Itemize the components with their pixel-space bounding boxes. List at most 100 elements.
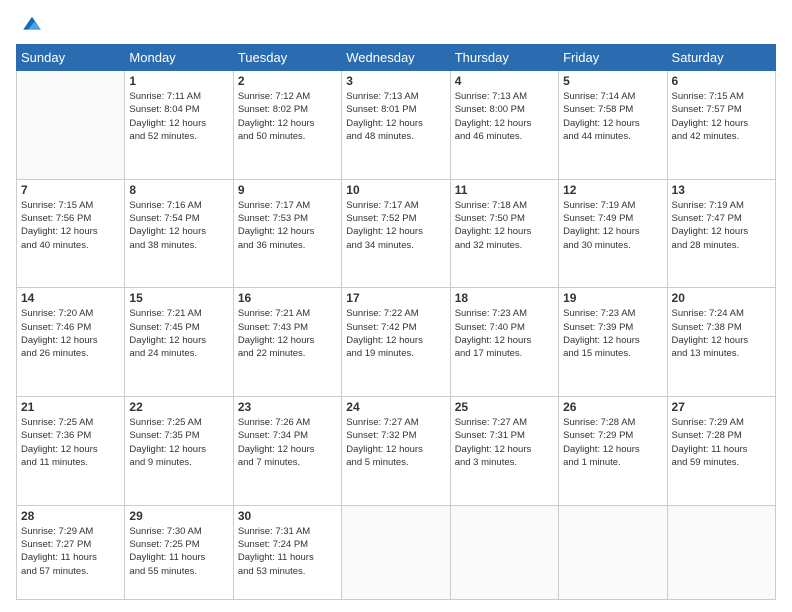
page: SundayMondayTuesdayWednesdayThursdayFrid… — [0, 0, 792, 612]
calendar-cell: 14 Sunrise: 7:20 AM Sunset: 7:46 PM Dayli… — [17, 288, 125, 397]
calendar-cell — [559, 505, 667, 599]
calendar-cell: 15 Sunrise: 7:21 AM Sunset: 7:45 PM Dayli… — [125, 288, 233, 397]
day-info: Sunrise: 7:21 AM Sunset: 7:43 PM Dayligh… — [238, 307, 337, 360]
calendar-cell: 1 Sunrise: 7:11 AM Sunset: 8:04 PM Daylig… — [125, 71, 233, 180]
day-info: Sunrise: 7:25 AM Sunset: 7:36 PM Dayligh… — [21, 416, 120, 469]
day-info: Sunrise: 7:15 AM Sunset: 7:57 PM Dayligh… — [672, 90, 771, 143]
calendar-cell: 23 Sunrise: 7:26 AM Sunset: 7:34 PM Dayli… — [233, 397, 341, 506]
day-info: Sunrise: 7:13 AM Sunset: 8:01 PM Dayligh… — [346, 90, 445, 143]
day-number: 7 — [21, 183, 120, 197]
calendar-cell: 3 Sunrise: 7:13 AM Sunset: 8:01 PM Daylig… — [342, 71, 450, 180]
calendar-cell: 30 Sunrise: 7:31 AM Sunset: 7:24 PM Dayli… — [233, 505, 341, 599]
day-number: 2 — [238, 74, 337, 88]
day-number: 24 — [346, 400, 445, 414]
calendar-cell: 8 Sunrise: 7:16 AM Sunset: 7:54 PM Daylig… — [125, 179, 233, 288]
calendar-cell: 7 Sunrise: 7:15 AM Sunset: 7:56 PM Daylig… — [17, 179, 125, 288]
calendar-cell: 12 Sunrise: 7:19 AM Sunset: 7:49 PM Dayli… — [559, 179, 667, 288]
day-number: 28 — [21, 509, 120, 523]
day-info: Sunrise: 7:27 AM Sunset: 7:32 PM Dayligh… — [346, 416, 445, 469]
day-header: Thursday — [450, 45, 558, 71]
calendar-cell: 22 Sunrise: 7:25 AM Sunset: 7:35 PM Dayli… — [125, 397, 233, 506]
day-number: 5 — [563, 74, 662, 88]
day-info: Sunrise: 7:15 AM Sunset: 7:56 PM Dayligh… — [21, 199, 120, 252]
day-info: Sunrise: 7:27 AM Sunset: 7:31 PM Dayligh… — [455, 416, 554, 469]
day-info: Sunrise: 7:19 AM Sunset: 7:49 PM Dayligh… — [563, 199, 662, 252]
calendar-cell: 10 Sunrise: 7:17 AM Sunset: 7:52 PM Dayli… — [342, 179, 450, 288]
day-header: Saturday — [667, 45, 775, 71]
day-number: 8 — [129, 183, 228, 197]
day-number: 10 — [346, 183, 445, 197]
calendar-cell: 29Sunrise: 7:30 AM Sunset: 7:25 PM Dayli… — [125, 505, 233, 599]
calendar-cell — [450, 505, 558, 599]
day-number: 6 — [672, 74, 771, 88]
day-info: Sunrise: 7:29 AM Sunset: 7:27 PM Dayligh… — [21, 525, 120, 578]
day-header: Sunday — [17, 45, 125, 71]
day-info: Sunrise: 7:23 AM Sunset: 7:39 PM Dayligh… — [563, 307, 662, 360]
day-info: Sunrise: 7:21 AM Sunset: 7:45 PM Dayligh… — [129, 307, 228, 360]
day-number: 1 — [129, 74, 228, 88]
calendar-cell: 11 Sunrise: 7:18 AM Sunset: 7:50 PM Dayli… — [450, 179, 558, 288]
days-header-row: SundayMondayTuesdayWednesdayThursdayFrid… — [17, 45, 776, 71]
week-row: 21 Sunrise: 7:25 AM Sunset: 7:36 PM Dayli… — [17, 397, 776, 506]
calendar-cell — [17, 71, 125, 180]
calendar-cell: 26 Sunrise: 7:28 AM Sunset: 7:29 PM Dayli… — [559, 397, 667, 506]
day-number: 12 — [563, 183, 662, 197]
day-number: 26 — [563, 400, 662, 414]
calendar-cell: 24 Sunrise: 7:27 AM Sunset: 7:32 PM Dayli… — [342, 397, 450, 506]
day-info: Sunrise: 7:12 AM Sunset: 8:02 PM Dayligh… — [238, 90, 337, 143]
day-info: Sunrise: 7:31 AM Sunset: 7:24 PM Dayligh… — [238, 525, 337, 578]
calendar-cell: 5 Sunrise: 7:14 AM Sunset: 7:58 PM Daylig… — [559, 71, 667, 180]
day-info: Sunrise: 7:11 AM Sunset: 8:04 PM Dayligh… — [129, 90, 228, 143]
day-info: Sunrise: 7:26 AM Sunset: 7:34 PM Dayligh… — [238, 416, 337, 469]
day-number: 3 — [346, 74, 445, 88]
calendar-cell: 20 Sunrise: 7:24 AM Sunset: 7:38 PM Dayli… — [667, 288, 775, 397]
day-info: Sunrise: 7:22 AM Sunset: 7:42 PM Dayligh… — [346, 307, 445, 360]
day-number: 27 — [672, 400, 771, 414]
calendar-cell: 28 Sunrise: 7:29 AM Sunset: 7:27 PM Dayli… — [17, 505, 125, 599]
day-number: 11 — [455, 183, 554, 197]
day-info: Sunrise: 7:23 AM Sunset: 7:40 PM Dayligh… — [455, 307, 554, 360]
day-info: Sunrise: 7:16 AM Sunset: 7:54 PM Dayligh… — [129, 199, 228, 252]
day-number: 20 — [672, 291, 771, 305]
week-row: 1 Sunrise: 7:11 AM Sunset: 8:04 PM Daylig… — [17, 71, 776, 180]
day-info: Sunrise: 7:18 AM Sunset: 7:50 PM Dayligh… — [455, 199, 554, 252]
calendar-cell: 13Sunrise: 7:19 AM Sunset: 7:47 PM Dayli… — [667, 179, 775, 288]
calendar-cell: 19 Sunrise: 7:23 AM Sunset: 7:39 PM Dayli… — [559, 288, 667, 397]
calendar-cell: 6 Sunrise: 7:15 AM Sunset: 7:57 PM Daylig… — [667, 71, 775, 180]
day-info: Sunrise: 7:25 AM Sunset: 7:35 PM Dayligh… — [129, 416, 228, 469]
day-info: Sunrise: 7:28 AM Sunset: 7:29 PM Dayligh… — [563, 416, 662, 469]
week-row: 14 Sunrise: 7:20 AM Sunset: 7:46 PM Dayli… — [17, 288, 776, 397]
day-info: Sunrise: 7:24 AM Sunset: 7:38 PM Dayligh… — [672, 307, 771, 360]
week-row: 7 Sunrise: 7:15 AM Sunset: 7:56 PM Daylig… — [17, 179, 776, 288]
calendar-cell: 21 Sunrise: 7:25 AM Sunset: 7:36 PM Dayli… — [17, 397, 125, 506]
day-number: 22 — [129, 400, 228, 414]
day-header: Tuesday — [233, 45, 341, 71]
calendar-cell: 25 Sunrise: 7:27 AM Sunset: 7:31 PM Dayli… — [450, 397, 558, 506]
day-number: 15 — [129, 291, 228, 305]
day-info: Sunrise: 7:20 AM Sunset: 7:46 PM Dayligh… — [21, 307, 120, 360]
calendar-cell: 17Sunrise: 7:22 AM Sunset: 7:42 PM Dayli… — [342, 288, 450, 397]
day-number: 19 — [563, 291, 662, 305]
day-number: 18 — [455, 291, 554, 305]
calendar-cell: 16Sunrise: 7:21 AM Sunset: 7:43 PM Dayli… — [233, 288, 341, 397]
day-number: 14 — [21, 291, 120, 305]
day-number: 9 — [238, 183, 337, 197]
day-number: 30 — [238, 509, 337, 523]
day-info: Sunrise: 7:17 AM Sunset: 7:52 PM Dayligh… — [346, 199, 445, 252]
calendar-cell: 18 Sunrise: 7:23 AM Sunset: 7:40 PM Dayli… — [450, 288, 558, 397]
day-header: Monday — [125, 45, 233, 71]
day-info: Sunrise: 7:29 AM Sunset: 7:28 PM Dayligh… — [672, 416, 771, 469]
day-header: Friday — [559, 45, 667, 71]
week-row: 28 Sunrise: 7:29 AM Sunset: 7:27 PM Dayli… — [17, 505, 776, 599]
day-info: Sunrise: 7:13 AM Sunset: 8:00 PM Dayligh… — [455, 90, 554, 143]
day-number: 21 — [21, 400, 120, 414]
day-info: Sunrise: 7:30 AM Sunset: 7:25 PM Dayligh… — [129, 525, 228, 578]
day-info: Sunrise: 7:17 AM Sunset: 7:53 PM Dayligh… — [238, 199, 337, 252]
day-info: Sunrise: 7:14 AM Sunset: 7:58 PM Dayligh… — [563, 90, 662, 143]
logo — [16, 12, 44, 36]
calendar-cell — [342, 505, 450, 599]
day-number: 25 — [455, 400, 554, 414]
day-info: Sunrise: 7:19 AM Sunset: 7:47 PM Dayligh… — [672, 199, 771, 252]
logo-icon — [20, 12, 44, 36]
day-number: 23 — [238, 400, 337, 414]
